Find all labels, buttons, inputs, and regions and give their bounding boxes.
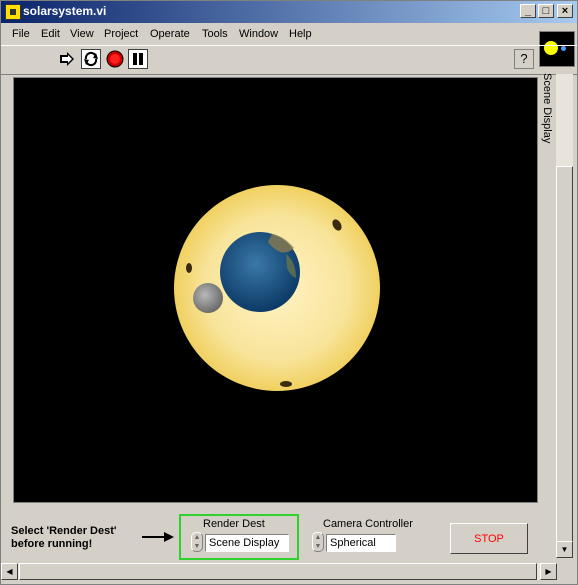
labview-vi-window: solarsystem.vi _ □ × File Edit View Proj… <box>0 0 578 585</box>
camera-controller-label: Camera Controller <box>323 518 413 530</box>
scroll-right-button[interactable]: ▶ <box>540 563 557 580</box>
camera-controller-ring-increment[interactable]: ▲ ▼ <box>312 532 324 552</box>
scroll-left-button[interactable]: ◀ <box>1 563 18 580</box>
menu-operate[interactable]: Operate <box>150 28 190 40</box>
minimize-button[interactable]: _ <box>520 4 536 18</box>
run-arrow-icon[interactable] <box>57 49 77 69</box>
title-bar[interactable]: solarsystem.vi _ □ × <box>1 1 577 23</box>
instruction-line-1: Select 'Render Dest' <box>11 525 117 537</box>
menu-window[interactable]: Window <box>239 28 278 40</box>
menu-edit[interactable]: Edit <box>41 28 60 40</box>
menu-file[interactable]: File <box>12 28 30 40</box>
vertical-scroll-thumb[interactable] <box>556 166 573 546</box>
render-dest-ring-increment[interactable]: ▲ ▼ <box>191 532 203 552</box>
vertical-scrollbar[interactable]: ▼ <box>556 74 573 558</box>
scroll-down-button[interactable]: ▼ <box>556 541 573 558</box>
menu-project[interactable]: Project <box>104 28 138 40</box>
maximize-button[interactable]: □ <box>538 4 554 18</box>
sunspot <box>186 263 192 273</box>
abort-icon[interactable] <box>105 49 125 69</box>
instruction-note: Select 'Render Dest' before running! <box>11 525 117 551</box>
menu-help[interactable]: Help <box>289 28 312 40</box>
vi-icon <box>5 4 21 20</box>
horizontal-scroll-thumb[interactable] <box>19 563 537 580</box>
window-title: solarsystem.vi <box>23 4 107 18</box>
horizontal-scrollbar[interactable]: ◀ ▶ <box>1 563 557 580</box>
render-dest-label: Render Dest <box>203 518 265 530</box>
solar-system-render <box>174 185 380 391</box>
toolbar: ? <box>1 45 577 75</box>
scene-display-label: Scene Display <box>541 73 553 144</box>
camera-controller-value[interactable]: Spherical <box>326 534 396 552</box>
run-continuously-icon[interactable] <box>81 49 101 69</box>
menu-view[interactable]: View <box>70 28 94 40</box>
stop-button[interactable]: STOP <box>450 523 528 554</box>
arrow-icon <box>142 532 174 542</box>
moon <box>193 283 223 313</box>
context-help-button[interactable]: ? <box>514 49 534 69</box>
instruction-line-2: before running! <box>11 538 93 550</box>
menu-tools[interactable]: Tools <box>202 28 228 40</box>
stop-button-label: STOP <box>474 533 504 545</box>
pause-icon[interactable] <box>128 49 148 69</box>
scene-display[interactable] <box>13 77 538 503</box>
render-dest-value[interactable]: Scene Display <box>205 534 289 552</box>
close-button[interactable]: × <box>557 4 573 18</box>
sunspot <box>280 381 292 387</box>
menu-bar: File Edit View Project Operate Tools Win… <box>1 24 577 44</box>
